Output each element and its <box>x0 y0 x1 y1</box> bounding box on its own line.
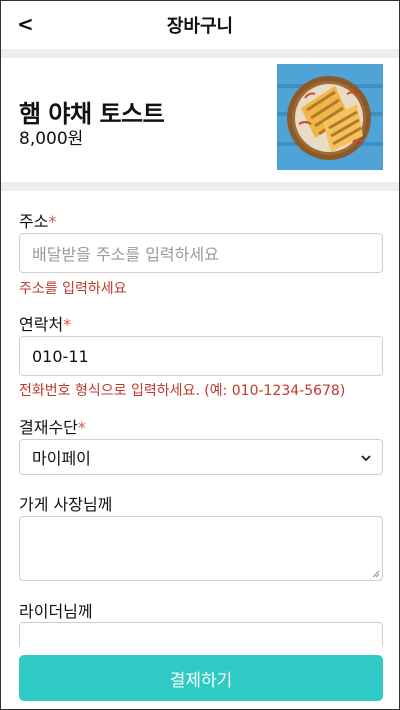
required-mark: * <box>63 315 72 334</box>
address-error: 주소를 입력하세요 <box>19 281 127 297</box>
address-label-row: 주소* <box>19 208 56 232</box>
contact-value: 010-11 <box>32 346 89 366</box>
payment-selected-value: 마이페이 <box>32 449 91 468</box>
product-price: 8,000원 <box>19 129 84 149</box>
owner-message-label: 가게 사장님께 <box>19 495 113 514</box>
product-image <box>277 64 383 170</box>
owner-message-textarea[interactable] <box>19 516 383 581</box>
bottom-action-bar: 결제하기 <box>1 647 399 709</box>
contact-label: 연락처 <box>19 315 64 334</box>
page-title: 장바구니 <box>166 16 234 37</box>
section-divider <box>1 182 399 191</box>
required-mark: * <box>48 212 57 231</box>
payment-label-row: 결재수단* <box>19 414 86 438</box>
address-label: 주소 <box>19 212 49 231</box>
payment-select[interactable]: 마이페이 <box>19 439 383 475</box>
chevron-down-icon <box>361 455 371 462</box>
rider-message-label: 라이더님께 <box>19 602 93 621</box>
cart-screen: < 장바구니 햄 야채 토스트 8,000원 주소* 배달받을 주소를 입력하세… <box>0 0 400 710</box>
required-mark: * <box>77 418 86 437</box>
section-divider <box>1 49 399 58</box>
pay-button[interactable]: 결제하기 <box>19 655 383 701</box>
contact-label-row: 연락처* <box>19 311 71 335</box>
address-input[interactable]: 배달받을 주소를 입력하세요 <box>19 233 383 273</box>
app-header: < 장바구니 <box>1 1 399 49</box>
product-summary: 햄 야채 토스트 8,000원 <box>1 58 399 182</box>
contact-error: 전화번호 형식으로 입력하세요. (예: 010-1234-5678) <box>19 383 346 399</box>
toast-photo-icon <box>277 64 383 170</box>
payment-label: 결재수단 <box>19 418 78 437</box>
resize-handle-icon[interactable] <box>371 569 380 578</box>
address-placeholder: 배달받을 주소를 입력하세요 <box>32 245 219 264</box>
contact-input[interactable]: 010-11 <box>19 336 383 376</box>
back-button[interactable]: < <box>17 11 34 37</box>
